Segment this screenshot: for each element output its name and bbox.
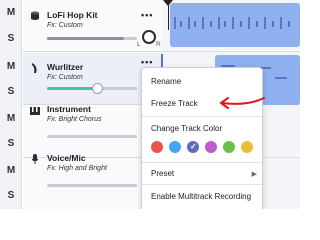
track-fx: Fx: High and Bright (47, 165, 107, 172)
color-swatch-blue[interactable] (169, 141, 181, 153)
menu-item-enable-multitrack-recording[interactable]: Enable Multitrack Recording (151, 192, 251, 201)
annotation-arrow-icon (220, 97, 265, 109)
track-name: Wurlitzer (47, 62, 84, 72)
pan-right-label: R (156, 41, 161, 48)
keyboard-icon (29, 61, 41, 73)
solo-button-track-3[interactable]: S (0, 135, 22, 153)
volume-slider[interactable] (47, 83, 137, 94)
track-name: Instrument (47, 104, 91, 114)
daw-window: M S M S M S M S LoFi Hop Kit Fx: Custom … (0, 0, 300, 209)
mute-solo-column: M S M S M S M S (0, 0, 22, 209)
track-lane[interactable] (162, 0, 300, 52)
track-header[interactable]: LoFi Hop Kit Fx: Custom ••• L R (23, 0, 162, 52)
menu-item-change-track-color: Change Track Color (151, 124, 223, 133)
track-context-menu: Rename Freeze Track Change Track Color ✓… (141, 67, 263, 209)
volume-slider[interactable] (47, 135, 137, 138)
pan-left-label: L (137, 41, 141, 48)
audio-region[interactable] (170, 3, 300, 47)
microphone-icon (29, 152, 41, 164)
menu-item-rename[interactable]: Rename (151, 77, 181, 86)
color-swatch-green[interactable] (223, 141, 235, 153)
track-fx: Fx: Bright Chorus (47, 116, 102, 123)
volume-fill (47, 37, 124, 40)
track-fx: Fx: Custom (47, 74, 83, 81)
more-options-button[interactable]: ••• (141, 57, 153, 67)
volume-fill (47, 87, 97, 90)
mute-button-track-2[interactable]: M (0, 58, 22, 76)
volume-knob[interactable] (91, 83, 103, 94)
solo-button-track-2[interactable]: S (0, 83, 22, 101)
piano-icon (29, 104, 41, 116)
color-swatch-indigo-selected[interactable]: ✓ (187, 141, 199, 153)
color-swatch-yellow[interactable] (241, 141, 253, 153)
check-icon: ✓ (190, 142, 197, 151)
color-swatch-purple[interactable] (205, 141, 217, 153)
mute-button-track-4[interactable]: M (0, 162, 22, 180)
menu-item-freeze-track[interactable]: Freeze Track (151, 99, 198, 108)
track-name: LoFi Hop Kit (47, 10, 98, 20)
menu-item-preset[interactable]: Preset (151, 169, 174, 178)
mute-button-track-1[interactable]: M (0, 4, 22, 22)
color-swatch-red[interactable] (151, 141, 163, 153)
volume-slider[interactable] (47, 184, 137, 187)
solo-button-track-4[interactable]: S (0, 187, 22, 205)
menu-divider (142, 184, 262, 185)
more-options-button[interactable]: ••• (141, 10, 153, 20)
drum-kit-icon (29, 9, 41, 21)
playhead-line (168, 0, 169, 30)
track-fx: Fx: Custom (47, 22, 83, 29)
chevron-right-icon: ▶ (251, 171, 257, 178)
menu-divider (142, 162, 262, 163)
region-waveform (174, 17, 290, 29)
volume-slider[interactable] (47, 37, 137, 40)
track-name: Voice/Mic (47, 153, 86, 163)
mute-button-track-3[interactable]: M (0, 110, 22, 128)
menu-divider (142, 116, 262, 117)
solo-button-track-1[interactable]: S (0, 30, 22, 48)
pan-knob[interactable] (142, 30, 156, 44)
